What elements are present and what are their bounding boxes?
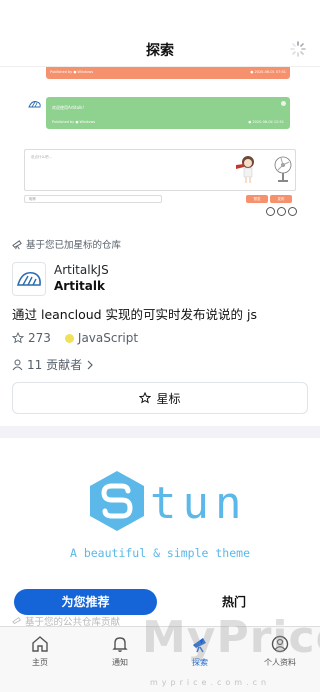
home-icon: [32, 636, 48, 652]
telescope-icon: [12, 239, 22, 249]
watermark-url: myprice.com.cn: [150, 678, 271, 687]
star-button-label: 星标: [156, 391, 181, 406]
repo-preview-image[interactable]: Published by ● Windows ● 2020-06-01 07:5…: [0, 66, 320, 224]
starred-section-header: 基于您已加星标的仓库: [12, 237, 121, 251]
contributors-link[interactable]: 11 贡献者: [12, 356, 94, 373]
recommend-tab[interactable]: 为您推荐: [14, 589, 157, 615]
starred-section-label: 基于您已加星标的仓库: [26, 240, 122, 251]
preview-message-body: 欢迎使用Artitalk!: [52, 105, 85, 110]
preview-name-placeholder: 昵称: [29, 197, 36, 201]
repo-owner-name[interactable]: ArtitalkJS: [54, 263, 109, 277]
person-icon: [12, 359, 23, 370]
repo-language: JavaScript: [77, 331, 139, 345]
preview-name-input: 昵称: [24, 195, 162, 203]
preview-meta-left: Published by ● Windows: [52, 120, 96, 124]
tab-home[interactable]: 主页: [0, 635, 80, 668]
repo-owner-avatar[interactable]: [12, 262, 46, 296]
repo-star-count: 273: [28, 331, 51, 345]
preview-editor-placeholder: 说点什么吧…: [31, 155, 52, 159]
repo-stats: 273 JavaScript: [12, 331, 138, 345]
repo-name[interactable]: Artitalk: [54, 279, 105, 293]
preview-publish-label: 发布: [277, 197, 285, 201]
stun-tagline: A beautiful & simple theme: [69, 546, 250, 560]
page-title: 探索: [146, 43, 174, 59]
artitalk-logo-icon: [16, 271, 41, 286]
preview-publish-button: 发布: [270, 195, 292, 203]
stun-logo-icon: [90, 471, 144, 531]
preview-dot: [281, 101, 286, 106]
watermark: MyPrice: [142, 612, 320, 663]
preview-meta-right: ● 2020-06-01 07:51: [250, 70, 286, 74]
star-outline-icon: [12, 332, 24, 344]
fan-illustration: [274, 156, 292, 182]
preview-emoji-icons: [266, 207, 298, 217]
loading-spinner-icon: [290, 41, 306, 57]
preview-meta-right: ● 2020-06-04 12:51: [248, 120, 284, 124]
emoji-icon: [277, 207, 286, 216]
star-repo-button[interactable]: 星标: [12, 382, 308, 414]
preview-preview-button: 预览: [246, 195, 268, 203]
preview-message-orange: Published by ● Windows ● 2020-06-01 07:5…: [46, 67, 290, 79]
chevron-right-icon: [87, 360, 93, 369]
contributors-label: 11 贡献者: [27, 358, 83, 372]
anime-girl-illustration: [236, 156, 254, 183]
telescope-icon: [12, 617, 21, 625]
repo-description: 通过 leancloud 实现的可实时发布说说的 js: [12, 307, 258, 322]
nav-header: 探索: [0, 0, 320, 66]
star-outline-icon: [139, 392, 152, 404]
bell-icon: [112, 637, 128, 652]
tab-home-label: 主页: [32, 658, 48, 667]
preview-message-green: 欢迎使用Artitalk! Published by ● Windows ● 2…: [46, 97, 290, 129]
stun-wordmark: tun: [150, 478, 248, 529]
language-color-dot: [64, 333, 74, 343]
artitalk-logo-icon: [28, 101, 41, 108]
section-divider: [0, 426, 320, 438]
emoji-icon: [266, 207, 275, 216]
preview-meta-left: Published by ● Windows: [50, 70, 94, 74]
emoji-icon: [288, 207, 297, 216]
stun-theme-banner[interactable]: tun A beautiful & simple theme: [0, 438, 320, 598]
preview-preview-label: 预览: [253, 197, 261, 201]
